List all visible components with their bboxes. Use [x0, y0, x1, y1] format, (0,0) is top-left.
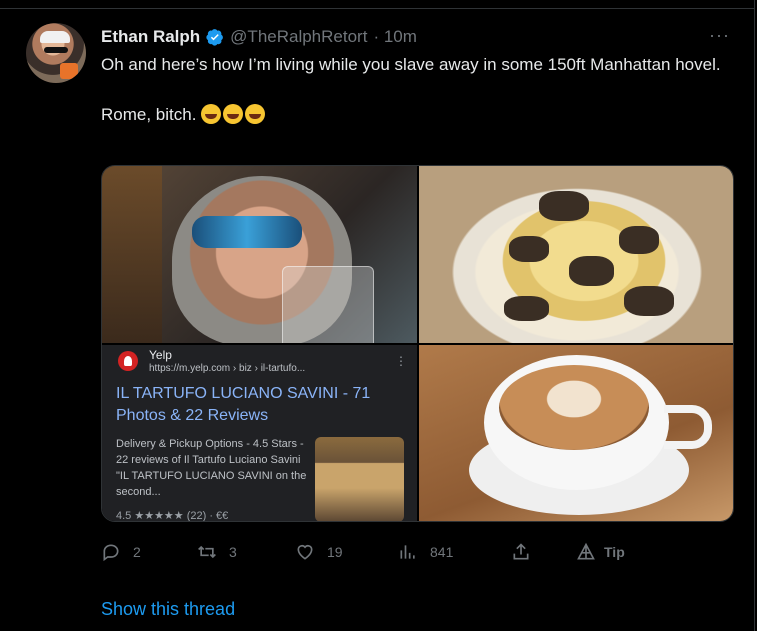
tweet-text: Oh and here’s how I’m living while you s…: [101, 52, 721, 127]
photo-truffle-shaving: [539, 191, 589, 221]
tweet-text-line: Rome, bitch.: [101, 102, 721, 127]
yelp-logo-icon: [118, 351, 138, 371]
avatar-drink: [60, 63, 78, 79]
tweet-header: Ethan Ralph @TheRalphRetort · 10m: [101, 26, 417, 48]
yelp-site-name: Yelp: [149, 348, 172, 362]
share-button[interactable]: [511, 538, 531, 566]
more-options-icon[interactable]: ···: [709, 25, 730, 46]
tip-button[interactable]: Tip: [576, 538, 625, 566]
divider: [0, 8, 754, 9]
retweet-button[interactable]: 3: [197, 538, 237, 566]
analytics-icon: [400, 545, 415, 559]
like-count: 19: [327, 544, 343, 560]
avatar[interactable]: [26, 23, 86, 83]
retweet-icon: [198, 545, 216, 559]
author-handle[interactable]: @TheRalphRetort: [230, 27, 367, 47]
heart-icon: [297, 544, 313, 560]
photo-truffle-shaving: [509, 236, 549, 262]
views-button[interactable]: 841: [398, 538, 453, 566]
tweet-text-line: Oh and here’s how I’m living while you s…: [101, 55, 721, 74]
photo-selfie[interactable]: [102, 166, 417, 343]
avatar-sunglasses: [44, 47, 68, 53]
reply-icon: [103, 544, 119, 562]
tip-label: Tip: [604, 544, 625, 560]
show-thread-link[interactable]: Show this thread: [101, 599, 235, 620]
photo-shelf: [102, 166, 162, 343]
yelp-result-title: IL TARTUFO LUCIANO SAVINI - 71 Photos & …: [116, 385, 371, 424]
photo-truffle-pasta[interactable]: [419, 166, 733, 343]
retweet-count: 3: [229, 544, 237, 560]
reply-button[interactable]: 2: [101, 538, 141, 566]
timestamp[interactable]: · 10m: [373, 27, 416, 47]
photo-wine-glass: [282, 266, 374, 343]
media-grid: Yelp https://m.yelp.com › biz › il-tartu…: [101, 165, 734, 522]
photo-sunglasses: [192, 216, 302, 248]
photo-truffle-shaving: [624, 286, 674, 316]
verified-badge-icon: [206, 28, 224, 46]
yelp-search-screenshot[interactable]: Yelp https://m.yelp.com › biz › il-tartu…: [102, 345, 417, 522]
avatar-hat: [40, 31, 70, 43]
photo-latte-art: [499, 365, 649, 450]
tweet: Ethan Ralph @TheRalphRetort · 10m ··· Oh…: [0, 0, 757, 631]
views-count: 841: [430, 544, 454, 560]
column-border: [754, 0, 755, 631]
like-button[interactable]: 19: [295, 538, 343, 566]
author-name[interactable]: Ethan Ralph: [101, 27, 200, 47]
laughing-emoji-icon: [201, 104, 222, 124]
yelp-thumbnail: [315, 437, 404, 521]
laughing-emoji-icon: [245, 104, 266, 124]
reply-count: 2: [133, 544, 141, 560]
photo-truffle-shaving: [569, 256, 614, 286]
yelp-url: https://m.yelp.com › biz › il-tartufo...: [149, 363, 306, 374]
yelp-rating: 4.5 ★★★★★ (22) · €€: [116, 510, 229, 522]
photo-truffle-shaving: [504, 296, 549, 321]
share-icon: [513, 543, 529, 560]
tweet-actions: 2 3 19 841 Tip: [0, 538, 757, 566]
photo-cup-handle: [664, 405, 712, 449]
tip-icon: [577, 542, 595, 560]
photo-truffle-shaving: [619, 226, 659, 254]
laughing-emoji-icon: [223, 104, 244, 124]
yelp-menu-icon: ⋮: [395, 354, 407, 368]
photo-cappuccino[interactable]: [419, 345, 733, 521]
tweet-text-rome: Rome, bitch.: [101, 105, 197, 124]
yelp-result-description: Delivery & Pickup Options - 4.5 Stars - …: [116, 438, 307, 498]
